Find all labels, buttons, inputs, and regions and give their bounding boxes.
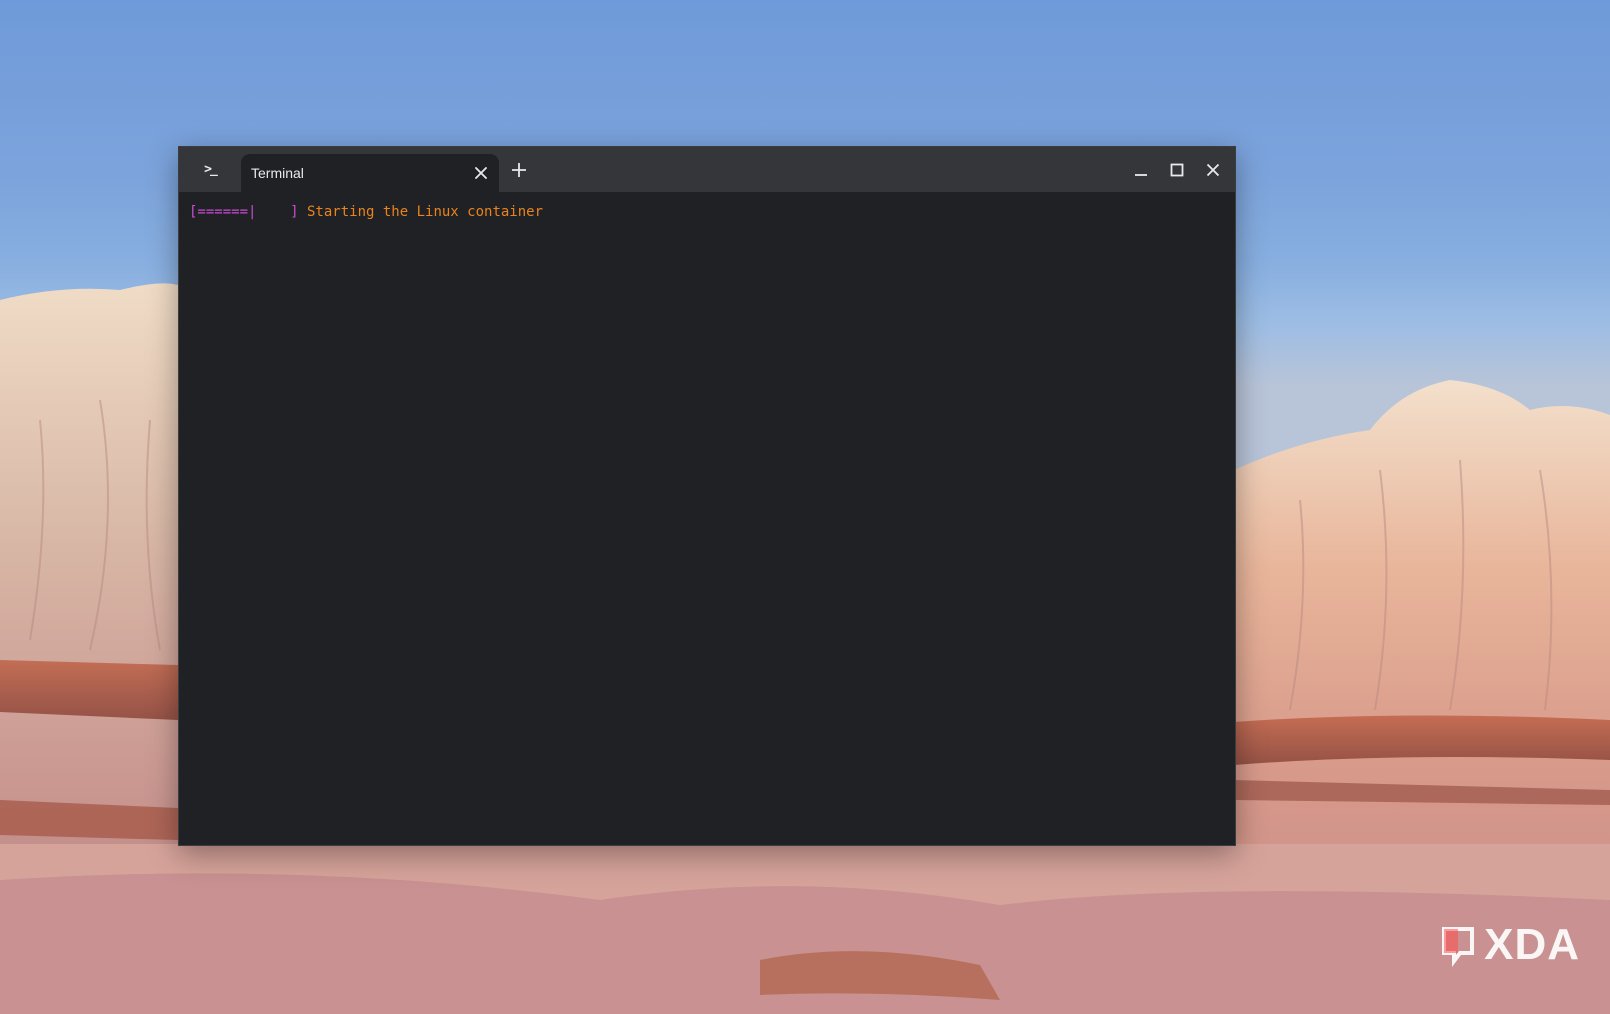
maximize-icon xyxy=(1170,163,1184,176)
close-icon xyxy=(1206,163,1220,176)
terminal-output[interactable]: [======| ] Starting the Linux container xyxy=(179,192,1235,845)
terminal-prompt-icon: >_ xyxy=(204,162,218,177)
tab-terminal[interactable]: Terminal xyxy=(241,154,499,192)
window-titlebar[interactable]: >_ Terminal xyxy=(179,147,1235,192)
maximize-button[interactable] xyxy=(1159,152,1195,188)
tab-close-icon[interactable] xyxy=(467,159,495,187)
tab-title: Terminal xyxy=(251,165,304,181)
window-controls xyxy=(1123,147,1231,192)
minimize-button[interactable] xyxy=(1123,152,1159,188)
new-tab-button[interactable] xyxy=(499,150,539,190)
xda-logo-icon xyxy=(1442,927,1475,967)
status-message: Starting the Linux container xyxy=(298,204,544,220)
plus-icon xyxy=(512,163,526,177)
progress-indicator: [======| ] xyxy=(189,204,299,220)
app-icon-area: >_ xyxy=(179,147,241,192)
minimize-icon xyxy=(1135,173,1147,176)
close-window-button[interactable] xyxy=(1195,152,1231,188)
watermark-text: XDA xyxy=(1484,920,1580,969)
watermark: XDA xyxy=(1438,920,1580,970)
close-icon xyxy=(475,167,487,179)
terminal-window: >_ Terminal [======|] Starting the Linu… xyxy=(178,146,1236,846)
